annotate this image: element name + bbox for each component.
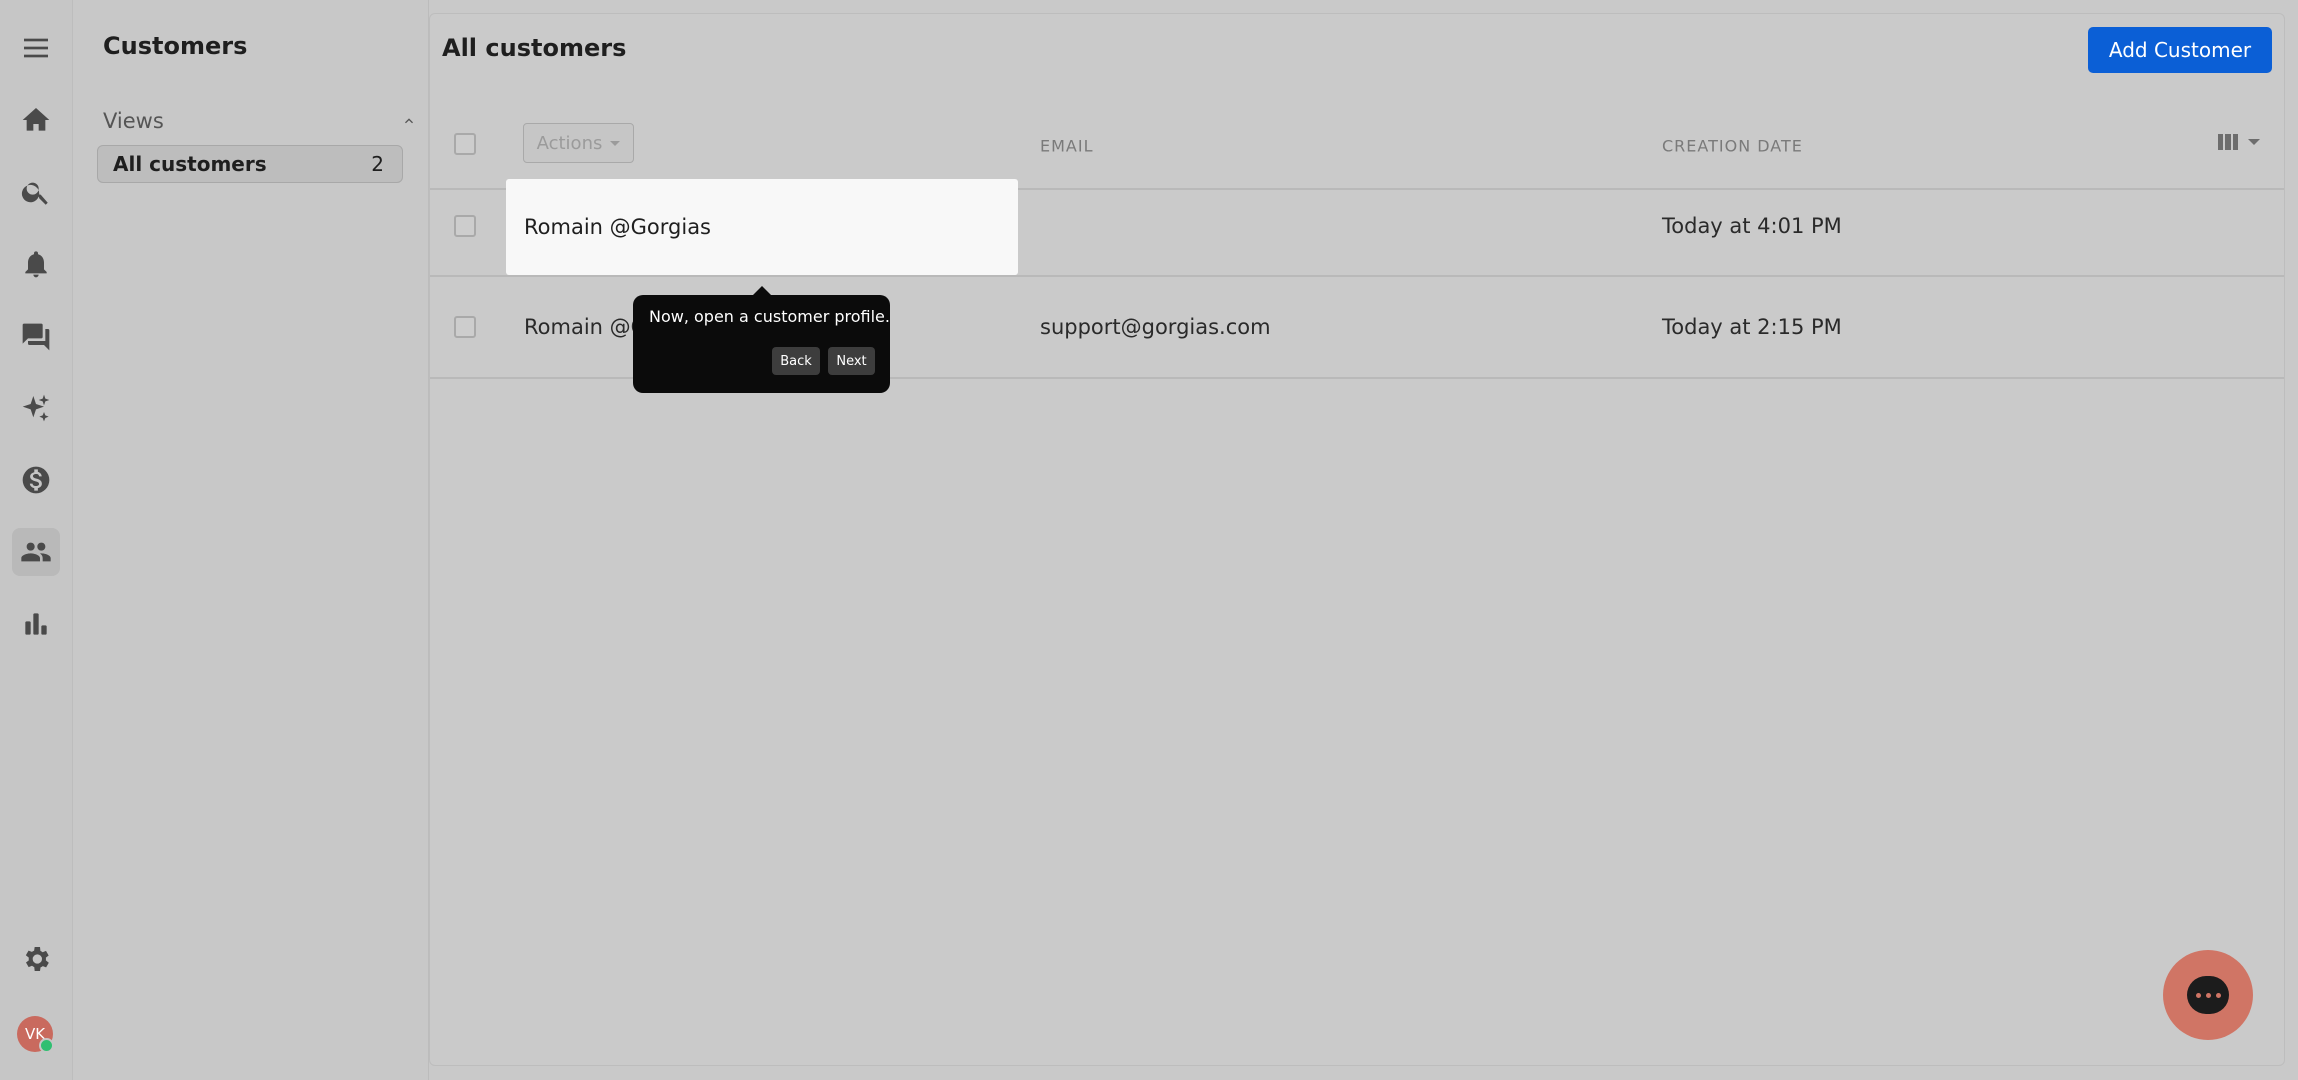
column-settings-button[interactable] bbox=[2218, 133, 2260, 151]
caret-down-icon bbox=[610, 140, 621, 146]
column-header-creation-date[interactable]: CREATION DATE bbox=[1662, 137, 1803, 156]
nav-rail: VK bbox=[0, 0, 73, 1080]
tour-back-button[interactable]: Back bbox=[772, 347, 820, 375]
gear-icon bbox=[25, 947, 49, 971]
sidebar-title: Customers bbox=[103, 32, 248, 60]
select-all-checkbox[interactable] bbox=[454, 133, 476, 155]
views-section-label: Views bbox=[103, 109, 164, 133]
dollar-icon bbox=[22, 466, 50, 494]
views-section-header[interactable]: Views bbox=[103, 106, 423, 136]
customer-creation-date: Today at 2:15 PM bbox=[1662, 315, 1842, 339]
tooltip-arrow bbox=[753, 286, 771, 295]
tour-spotlight-customer-name[interactable]: Romain @Gorgias bbox=[506, 179, 1018, 275]
page-title: All customers bbox=[442, 34, 627, 62]
statistics-icon bbox=[25, 613, 47, 635]
caret-down-icon bbox=[2248, 139, 2260, 145]
columns-icon bbox=[2218, 134, 2238, 150]
row-checkbox[interactable] bbox=[454, 316, 476, 338]
menu-button[interactable] bbox=[12, 24, 60, 72]
chat-bubble-icon bbox=[2187, 976, 2229, 1014]
statistics-button[interactable] bbox=[12, 600, 60, 648]
bell-icon bbox=[25, 251, 47, 278]
menu-icon bbox=[24, 38, 48, 58]
sparkle-icon bbox=[22, 394, 50, 422]
search-button[interactable] bbox=[12, 168, 60, 216]
chat-icon bbox=[22, 323, 50, 351]
revenue-button[interactable] bbox=[12, 456, 60, 504]
tickets-button[interactable] bbox=[12, 313, 60, 361]
tour-next-button[interactable]: Next bbox=[828, 347, 875, 375]
home-button[interactable] bbox=[12, 96, 60, 144]
views-sidebar: Customers Views All customers 2 bbox=[73, 0, 429, 1080]
chat-launcher-button[interactable] bbox=[2163, 950, 2253, 1040]
customer-creation-date: Today at 4:01 PM bbox=[1662, 214, 1842, 238]
tour-message: Now, open a customer profile. bbox=[649, 307, 890, 326]
customers-button[interactable] bbox=[12, 528, 60, 576]
add-customer-button[interactable]: Add Customer bbox=[2088, 27, 2272, 73]
table-header: Actions EMAIL CREATION DATE bbox=[430, 74, 2284, 190]
customer-name[interactable]: Romain @Gorgias bbox=[524, 215, 711, 239]
row-checkbox[interactable] bbox=[454, 215, 476, 237]
online-status-dot bbox=[39, 1038, 54, 1053]
view-item-all-customers[interactable]: All customers 2 bbox=[97, 145, 403, 183]
view-item-label: All customers bbox=[113, 152, 267, 176]
automation-button[interactable] bbox=[12, 384, 60, 432]
customers-icon bbox=[21, 542, 51, 562]
actions-label: Actions bbox=[536, 132, 603, 154]
customer-email: support@gorgias.com bbox=[1040, 315, 1271, 339]
actions-dropdown[interactable]: Actions bbox=[523, 123, 634, 163]
customers-panel: All customers Add Customer Actions EMAIL… bbox=[429, 13, 2285, 1066]
chevron-up-icon bbox=[405, 118, 413, 124]
user-avatar[interactable]: VK bbox=[17, 1016, 54, 1053]
column-header-email[interactable]: EMAIL bbox=[1040, 137, 1094, 156]
home-icon bbox=[22, 108, 50, 131]
tour-tooltip: Now, open a customer profile. Back Next bbox=[633, 286, 890, 393]
search-icon bbox=[21, 182, 48, 205]
notifications-button[interactable] bbox=[12, 240, 60, 288]
view-item-count: 2 bbox=[371, 152, 384, 176]
settings-button[interactable] bbox=[12, 935, 60, 983]
